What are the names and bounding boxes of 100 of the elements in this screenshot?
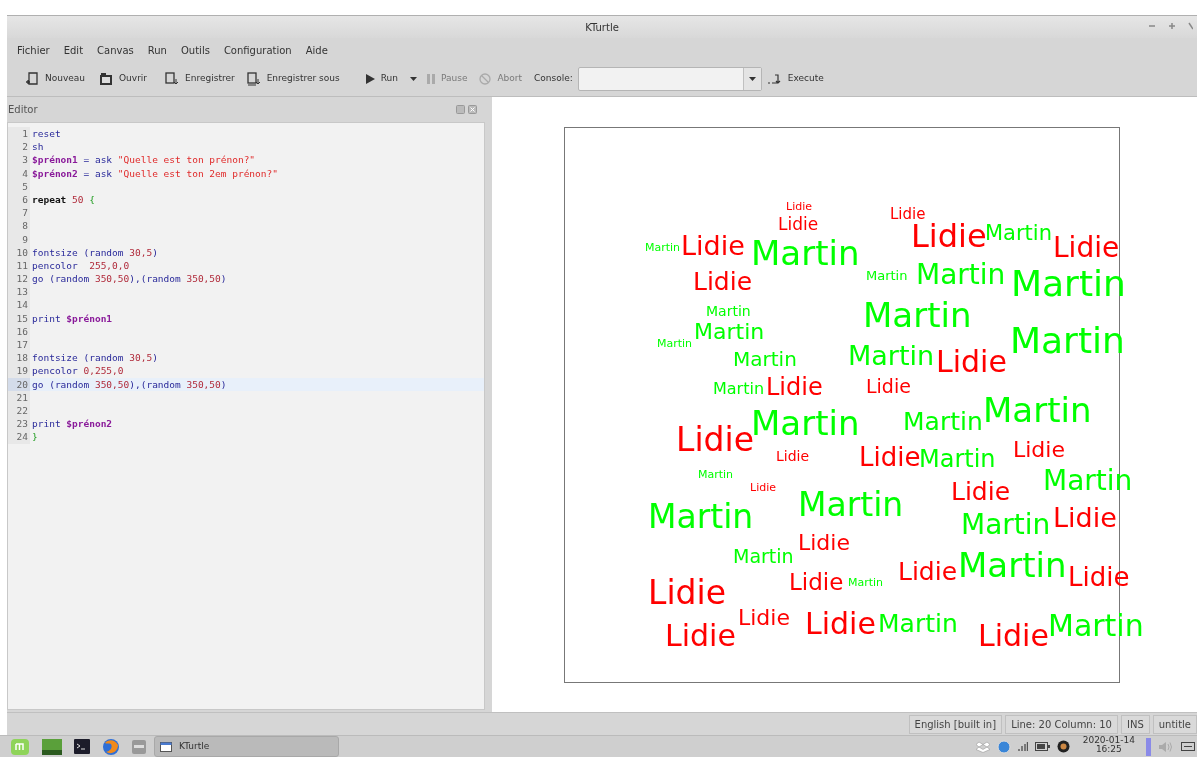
canvas-text: Lidie: [676, 423, 754, 457]
code-line: print $prénon1: [31, 311, 113, 325]
browser-icon[interactable]: [102, 737, 120, 756]
float-icon[interactable]: [456, 104, 465, 114]
canvas-text: Lidie: [665, 620, 736, 651]
window-title: KTurtle: [585, 20, 619, 35]
line-number: 2: [8, 140, 30, 154]
canvas-text: Lidie: [1053, 233, 1120, 262]
canvas-text: Lidie: [798, 531, 850, 554]
toolbar-button[interactable]: Ouvrir: [97, 67, 150, 91]
canvas-text: Martin: [733, 349, 797, 369]
canvas-text: Lidie: [681, 231, 745, 259]
canvas-text: Martin: [645, 242, 681, 254]
canvas-text: Lidie: [786, 201, 812, 213]
stop-icon: [479, 73, 492, 85]
close-icon[interactable]: [468, 104, 477, 114]
keyboard-icon[interactable]: [1181, 742, 1195, 751]
status-field: untitle: [1152, 714, 1197, 734]
canvas-text: Lidie: [693, 268, 753, 294]
save-as-icon: [246, 72, 261, 86]
line-number: 1: [8, 127, 30, 141]
color-wheel-icon[interactable]: [1056, 740, 1070, 753]
menu-item[interactable]: Fichier: [17, 42, 50, 58]
maximize-icon[interactable]: [1168, 22, 1176, 30]
code-line: sh: [31, 140, 44, 154]
canvas-text: Lidie: [805, 608, 876, 639]
code-line: go (random 350,50),(random 350,50): [31, 272, 227, 286]
canvas-text: Martin: [713, 381, 765, 398]
menu-item[interactable]: Outils: [180, 42, 210, 58]
menu-item[interactable]: Edit: [63, 42, 84, 58]
line-number: 7: [8, 206, 30, 220]
line-number: 19: [8, 364, 30, 378]
terminal-icon[interactable]: [74, 739, 90, 754]
line-number: 12: [8, 272, 30, 286]
clock-time: 16:25: [1095, 745, 1122, 754]
canvas-text: Martin: [698, 469, 734, 481]
battery-icon[interactable]: [1034, 742, 1050, 751]
canvas-text: Lidie: [750, 482, 776, 494]
taskbar-button[interactable]: KTurtle: [154, 736, 339, 757]
toolbar-button[interactable]: Run: [363, 67, 400, 91]
canvas-text: Martin: [706, 304, 751, 319]
clock-date: 2020-01-14: [1082, 736, 1135, 745]
canvas-text: Martin: [866, 269, 908, 283]
canvas-text: Martin: [751, 236, 860, 271]
canvas-text: Lidie: [978, 620, 1049, 651]
volume-icon[interactable]: [1158, 740, 1174, 753]
status-field: Line: 20 Column: 10: [1005, 714, 1118, 734]
code-line: fontsize (random 30,5): [31, 245, 158, 259]
toolbar-button[interactable]: Enregistrer sous: [244, 67, 342, 91]
drive-icon[interactable]: [132, 739, 146, 754]
menu-item[interactable]: Configuration: [223, 42, 292, 58]
canvas-text: Lidie: [859, 443, 921, 470]
code-line: repeat 50 {: [31, 192, 95, 207]
canvas-text: Martin: [878, 610, 958, 636]
canvas-text: Lidie: [890, 207, 926, 223]
dropdown-arrow-icon[interactable]: [410, 77, 417, 81]
line-number: 14: [8, 298, 30, 312]
canvas-text: Lidie: [866, 377, 911, 397]
menu-item[interactable]: Canvas: [97, 42, 134, 58]
toolbar-button[interactable]: Nouveau: [23, 67, 88, 91]
folder-icon: [99, 72, 114, 86]
canvas-text: Martin: [1043, 466, 1133, 495]
pause-icon: [427, 74, 435, 84]
line-number: 24: [8, 430, 30, 444]
new-file-icon: [25, 72, 39, 86]
line-number: 8: [8, 219, 30, 233]
close-icon[interactable]: [1188, 22, 1193, 30]
toolbar-button[interactable]: Execute: [765, 67, 826, 91]
canvas-text: Martin: [916, 260, 1006, 289]
menu-logo-icon[interactable]: [10, 737, 30, 756]
canvas-text: Martin: [863, 298, 972, 333]
menu-item[interactable]: Aide: [305, 42, 328, 58]
canvas-text: Martin: [1010, 323, 1125, 360]
canvas-text: Lidie: [1013, 438, 1065, 461]
code-line: $prénon1 = ask "Quelle est ton prénon?": [31, 153, 256, 167]
enter-icon: [767, 73, 782, 85]
signal-icon[interactable]: [1017, 741, 1028, 752]
canvas-text: Martin: [919, 446, 996, 471]
window-icon: [160, 741, 172, 752]
menu-item[interactable]: Run: [147, 42, 167, 58]
canvas-text: Martin: [648, 500, 754, 534]
play-icon: [365, 74, 375, 84]
line-number: 13: [8, 285, 30, 299]
workspace-indicator[interactable]: [1146, 737, 1151, 756]
canvas-text: Lidie: [738, 606, 790, 629]
code-editor[interactable]: [7, 122, 485, 710]
canvas-text: Lidie: [778, 216, 819, 234]
code-line: pencolor 0,255,0: [31, 364, 124, 378]
code-line: print $prénon2: [31, 417, 113, 431]
canvas-text: Martin: [983, 393, 1092, 428]
dropbox-icon[interactable]: [975, 740, 990, 753]
toolbar-button[interactable]: Enregistrer: [163, 67, 237, 91]
canvas-text: Martin: [1048, 610, 1144, 641]
line-number: 3: [8, 153, 30, 167]
minimize-icon[interactable]: [1148, 22, 1156, 30]
desktop-icon[interactable]: [42, 738, 62, 755]
dropdown-arrow-icon[interactable]: [748, 77, 756, 81]
canvas-text: Martin: [848, 577, 884, 589]
code-line: }: [31, 430, 38, 444]
line-number: 17: [8, 338, 30, 352]
